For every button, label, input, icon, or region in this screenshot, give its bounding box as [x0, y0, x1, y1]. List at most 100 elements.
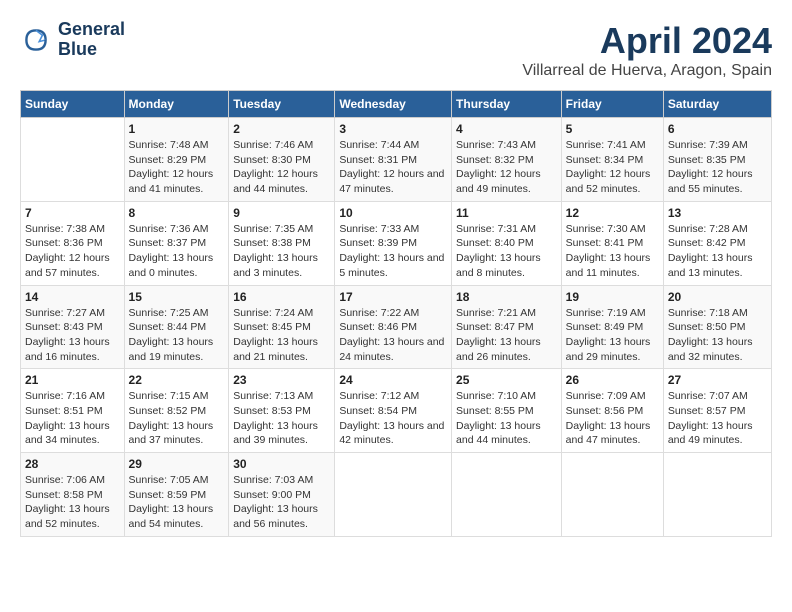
logo-text: General Blue — [58, 20, 125, 60]
calendar-cell: 9 Sunrise: 7:35 AMSunset: 8:38 PMDaylight… — [229, 201, 335, 285]
day-number: 2 — [233, 122, 330, 136]
day-info: Sunrise: 7:25 AMSunset: 8:44 PMDaylight:… — [129, 306, 225, 365]
day-info: Sunrise: 7:39 AMSunset: 8:35 PMDaylight:… — [668, 138, 767, 197]
day-info: Sunrise: 7:35 AMSunset: 8:38 PMDaylight:… — [233, 222, 330, 281]
title-area: April 2024 Villarreal de Huerva, Aragon,… — [522, 20, 772, 80]
day-info: Sunrise: 7:48 AMSunset: 8:29 PMDaylight:… — [129, 138, 225, 197]
page-title: April 2024 — [522, 20, 772, 62]
day-info: Sunrise: 7:24 AMSunset: 8:45 PMDaylight:… — [233, 306, 330, 365]
calendar-cell: 27Sunrise: 7:07 AMSunset: 8:57 PMDayligh… — [663, 369, 771, 453]
day-number: 25 — [456, 373, 557, 387]
day-number: 28 — [25, 457, 120, 471]
day-info: Sunrise: 7:10 AMSunset: 8:55 PMDaylight:… — [456, 389, 557, 448]
calendar-cell: 12 Sunrise: 7:30 AMSunset: 8:41 PMDayligh… — [561, 201, 663, 285]
header-cell-wednesday: Wednesday — [335, 91, 452, 118]
header-cell-saturday: Saturday — [663, 91, 771, 118]
day-info: Sunrise: 7:19 AMSunset: 8:49 PMDaylight:… — [566, 306, 659, 365]
day-info: Sunrise: 7:43 AMSunset: 8:32 PMDaylight:… — [456, 138, 557, 197]
calendar-cell: 11Sunrise: 7:31 AMSunset: 8:40 PMDayligh… — [452, 201, 562, 285]
day-number: 20 — [668, 290, 767, 304]
calendar-cell: 4 Sunrise: 7:43 AMSunset: 8:32 PMDaylight… — [452, 118, 562, 202]
day-number: 22 — [129, 373, 225, 387]
calendar-cell: 30 Sunrise: 7:03 AMSunset: 9:00 PMDayligh… — [229, 453, 335, 537]
header-cell-thursday: Thursday — [452, 91, 562, 118]
day-number: 30 — [233, 457, 330, 471]
calendar-week-row: 7 Sunrise: 7:38 AMSunset: 8:36 PMDaylight… — [21, 201, 772, 285]
day-info: Sunrise: 7:06 AMSunset: 8:58 PMDaylight:… — [25, 473, 120, 532]
day-info: Sunrise: 7:38 AMSunset: 8:36 PMDaylight:… — [25, 222, 120, 281]
day-number: 23 — [233, 373, 330, 387]
calendar-cell: 14Sunrise: 7:27 AMSunset: 8:43 PMDayligh… — [21, 285, 125, 369]
calendar-cell: 26 Sunrise: 7:09 AMSunset: 8:56 PMDayligh… — [561, 369, 663, 453]
calendar-cell: 29 Sunrise: 7:05 AMSunset: 8:59 PMDayligh… — [124, 453, 229, 537]
day-number: 5 — [566, 122, 659, 136]
calendar-week-row: 14Sunrise: 7:27 AMSunset: 8:43 PMDayligh… — [21, 285, 772, 369]
calendar-cell: 3 Sunrise: 7:44 AMSunset: 8:31 PMDaylight… — [335, 118, 452, 202]
calendar-cell: 23 Sunrise: 7:13 AMSunset: 8:53 PMDayligh… — [229, 369, 335, 453]
calendar-cell: 1Sunrise: 7:48 AMSunset: 8:29 PMDaylight… — [124, 118, 229, 202]
calendar-table: SundayMondayTuesdayWednesdayThursdayFrid… — [20, 90, 772, 537]
day-number: 17 — [339, 290, 447, 304]
day-info: Sunrise: 7:03 AMSunset: 9:00 PMDaylight:… — [233, 473, 330, 532]
calendar-cell: 20 Sunrise: 7:18 AMSunset: 8:50 PMDayligh… — [663, 285, 771, 369]
calendar-cell: 15 Sunrise: 7:25 AMSunset: 8:44 PMDayligh… — [124, 285, 229, 369]
day-number: 29 — [129, 457, 225, 471]
day-info: Sunrise: 7:28 AMSunset: 8:42 PMDaylight:… — [668, 222, 767, 281]
header: General Blue April 2024 Villarreal de Hu… — [20, 20, 772, 80]
day-info: Sunrise: 7:05 AMSunset: 8:59 PMDaylight:… — [129, 473, 225, 532]
day-number: 16 — [233, 290, 330, 304]
day-number: 4 — [456, 122, 557, 136]
calendar-header-row: SundayMondayTuesdayWednesdayThursdayFrid… — [21, 91, 772, 118]
calendar-cell: 16 Sunrise: 7:24 AMSunset: 8:45 PMDayligh… — [229, 285, 335, 369]
day-number: 10 — [339, 206, 447, 220]
day-info: Sunrise: 7:15 AMSunset: 8:52 PMDaylight:… — [129, 389, 225, 448]
day-number: 12 — [566, 206, 659, 220]
header-cell-monday: Monday — [124, 91, 229, 118]
day-number: 26 — [566, 373, 659, 387]
calendar-week-row: 1Sunrise: 7:48 AMSunset: 8:29 PMDaylight… — [21, 118, 772, 202]
header-cell-tuesday: Tuesday — [229, 91, 335, 118]
calendar-cell: 25 Sunrise: 7:10 AMSunset: 8:55 PMDayligh… — [452, 369, 562, 453]
calendar-cell: 21 Sunrise: 7:16 AMSunset: 8:51 PMDayligh… — [21, 369, 125, 453]
calendar-cell: 19 Sunrise: 7:19 AMSunset: 8:49 PMDayligh… — [561, 285, 663, 369]
day-number: 13 — [668, 206, 767, 220]
calendar-cell — [663, 453, 771, 537]
calendar-cell — [452, 453, 562, 537]
day-number: 9 — [233, 206, 330, 220]
calendar-cell: 2Sunrise: 7:46 AMSunset: 8:30 PMDaylight… — [229, 118, 335, 202]
day-info: Sunrise: 7:18 AMSunset: 8:50 PMDaylight:… — [668, 306, 767, 365]
calendar-cell: 6Sunrise: 7:39 AMSunset: 8:35 PMDaylight… — [663, 118, 771, 202]
day-number: 24 — [339, 373, 447, 387]
day-number: 11 — [456, 206, 557, 220]
day-number: 19 — [566, 290, 659, 304]
day-number: 21 — [25, 373, 120, 387]
calendar-cell: 10 Sunrise: 7:33 AMSunset: 8:39 PMDayligh… — [335, 201, 452, 285]
day-number: 18 — [456, 290, 557, 304]
header-cell-sunday: Sunday — [21, 91, 125, 118]
day-info: Sunrise: 7:13 AMSunset: 8:53 PMDaylight:… — [233, 389, 330, 448]
day-info: Sunrise: 7:21 AMSunset: 8:47 PMDaylight:… — [456, 306, 557, 365]
day-number: 7 — [25, 206, 120, 220]
day-info: Sunrise: 7:27 AMSunset: 8:43 PMDaylight:… — [25, 306, 120, 365]
calendar-week-row: 28 Sunrise: 7:06 AMSunset: 8:58 PMDayligh… — [21, 453, 772, 537]
day-info: Sunrise: 7:16 AMSunset: 8:51 PMDaylight:… — [25, 389, 120, 448]
calendar-cell: 13 Sunrise: 7:28 AMSunset: 8:42 PMDayligh… — [663, 201, 771, 285]
day-number: 15 — [129, 290, 225, 304]
day-info: Sunrise: 7:30 AMSunset: 8:41 PMDaylight:… — [566, 222, 659, 281]
header-cell-friday: Friday — [561, 91, 663, 118]
calendar-body: 1Sunrise: 7:48 AMSunset: 8:29 PMDaylight… — [21, 118, 772, 537]
logo-icon — [20, 24, 52, 56]
day-info: Sunrise: 7:44 AMSunset: 8:31 PMDaylight:… — [339, 138, 447, 197]
calendar-cell: 5Sunrise: 7:41 AMSunset: 8:34 PMDaylight… — [561, 118, 663, 202]
calendar-cell — [335, 453, 452, 537]
day-info: Sunrise: 7:12 AMSunset: 8:54 PMDaylight:… — [339, 389, 447, 448]
day-info: Sunrise: 7:09 AMSunset: 8:56 PMDaylight:… — [566, 389, 659, 448]
calendar-cell: 7 Sunrise: 7:38 AMSunset: 8:36 PMDaylight… — [21, 201, 125, 285]
calendar-cell: 18 Sunrise: 7:21 AMSunset: 8:47 PMDayligh… — [452, 285, 562, 369]
day-info: Sunrise: 7:33 AMSunset: 8:39 PMDaylight:… — [339, 222, 447, 281]
day-number: 3 — [339, 122, 447, 136]
day-number: 8 — [129, 206, 225, 220]
calendar-cell — [21, 118, 125, 202]
calendar-cell — [561, 453, 663, 537]
calendar-cell: 22 Sunrise: 7:15 AMSunset: 8:52 PMDayligh… — [124, 369, 229, 453]
